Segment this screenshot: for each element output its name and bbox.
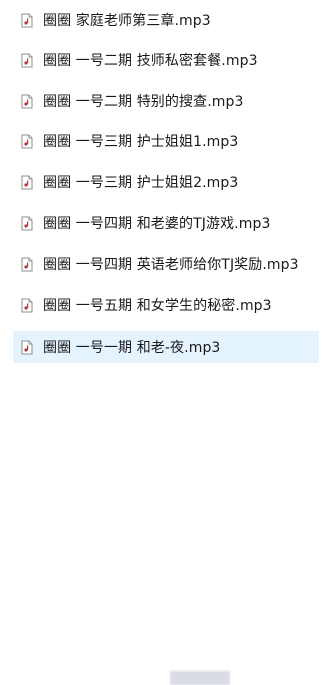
audio-file-icon (21, 340, 33, 355)
audio-file-icon (21, 94, 33, 109)
file-name: 圈圈 一号一期 和老-夜.mp3 (43, 340, 221, 356)
file-item[interactable]: 圈圈 一号三期 护士姐姐1.mp3 (13, 125, 319, 157)
file-item[interactable]: 圈圈 一号二期 技师私密套餐.mp3 (13, 44, 319, 76)
audio-file-icon (21, 53, 33, 68)
redaction-blur (170, 671, 230, 685)
audio-file-icon (21, 298, 33, 313)
audio-file-icon (21, 216, 33, 231)
file-name: 圈圈 一号二期 技师私密套餐.mp3 (43, 53, 258, 69)
audio-file-icon (21, 13, 33, 28)
file-item-selected[interactable]: 圈圈 一号一期 和老-夜.mp3 (13, 331, 319, 685)
file-name: 圈圈 一号五期 和女学生的秘密.mp3 (43, 298, 272, 314)
file-name: 圈圈 一号三期 护士姐姐1.mp3 (43, 134, 239, 150)
audio-file-icon (21, 134, 33, 149)
file-list: 圈圈 家庭老师第三章.mp3 圈圈 一号二期 技师私密套餐.mp3 圈圈 一号二… (0, 0, 324, 685)
file-item[interactable]: 圈圈 一号四期 和老婆的TJ游戏.mp3 (13, 207, 319, 239)
file-name: 圈圈 一号三期 护士姐姐2.mp3 (43, 175, 239, 191)
audio-file-icon (21, 175, 33, 190)
file-item[interactable]: 圈圈 家庭老师第三章.mp3 (13, 4, 319, 36)
file-item[interactable]: 圈圈 一号二期 特别的搜查.mp3 (13, 85, 319, 117)
file-name: 圈圈 家庭老师第三章.mp3 (43, 13, 211, 29)
file-name: 圈圈 一号四期 和老婆的TJ游戏.mp3 (43, 216, 271, 232)
file-item[interactable]: 圈圈 一号五期 和女学生的秘密.mp3 (13, 289, 319, 321)
file-item[interactable]: 圈圈 一号三期 护士姐姐2.mp3 (13, 166, 319, 198)
audio-file-icon (21, 257, 33, 272)
file-name: 圈圈 一号二期 特别的搜查.mp3 (43, 94, 244, 110)
file-item[interactable]: 圈圈 一号四期 英语老师给你TJ奖励.mp3 (13, 248, 319, 280)
file-name: 圈圈 一号四期 英语老师给你TJ奖励.mp3 (43, 257, 299, 273)
